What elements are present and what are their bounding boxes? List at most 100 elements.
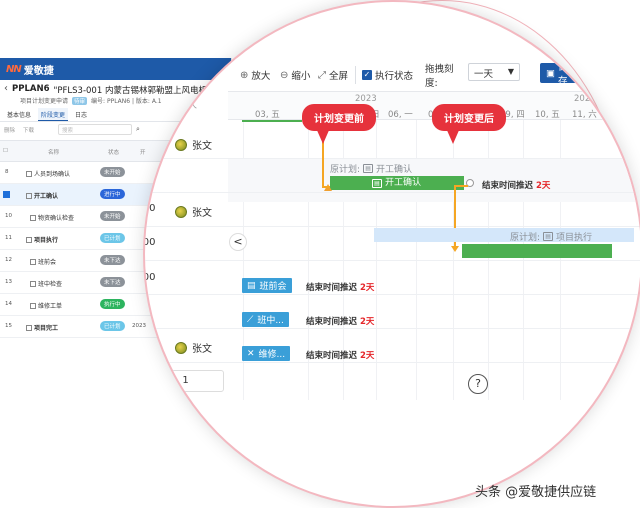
task-icon: [26, 325, 32, 331]
task-chip-label: 班中...: [257, 316, 284, 326]
drag-scale-label: 拖拽刻度:: [425, 64, 454, 89]
row-divider: [145, 226, 640, 227]
task-type-icon: ▤: [247, 280, 256, 291]
connector-after-h: [454, 185, 468, 187]
fullscreen-label: 全屏: [329, 71, 349, 82]
logo-text: 爱敬捷: [23, 66, 54, 77]
status-badge: 已计划: [100, 321, 125, 331]
magnifier-lens: ⊕ 放大 ⊖ 缩小 ⤢ 全屏 ✓ 执行状态 拖拽刻度: 一天 ▼ ▣ 保存 负责…: [145, 2, 640, 506]
time-cell: 2:00: [145, 203, 156, 214]
time-cell: 0:00: [145, 272, 156, 283]
row-number: 13: [5, 279, 12, 285]
save-button[interactable]: ▣ 保存: [540, 62, 580, 87]
chevron-down-icon: ▼: [507, 67, 514, 76]
gantt-bar-start-confirm[interactable]: ▤ 开工确认: [330, 176, 464, 190]
avatar: [175, 205, 187, 218]
app-logo: NN 爱敬捷: [6, 62, 54, 77]
toolbar-divider: [355, 66, 356, 84]
row-name: 开工确认: [26, 191, 58, 200]
timeline-day: 11, 六: [572, 110, 597, 120]
zoom-out-button[interactable]: ⊖ 缩小: [280, 68, 310, 83]
row-divider: [145, 158, 640, 159]
owner-cell: 张文: [175, 340, 212, 355]
subtitle-type: 项目计划变更申请: [20, 98, 69, 105]
timeline-month-next: 202: [574, 94, 591, 104]
header-checkbox[interactable]: ☐: [3, 148, 8, 154]
fullscreen-icon: ⤢: [318, 69, 326, 81]
owner-column-header: 负责人: [170, 101, 198, 111]
download-button[interactable]: 下载: [23, 126, 34, 134]
exec-status-toggle[interactable]: ✓ 执行状态: [362, 68, 413, 82]
save-label: 保存: [557, 62, 568, 87]
row-divider: [145, 294, 640, 295]
project-code: PPLAN6: [12, 84, 50, 94]
drag-scale-value: 一天: [474, 69, 494, 80]
back-arrow-icon[interactable]: ‹: [4, 84, 8, 96]
tab-stage-change[interactable]: 阶段变更: [38, 108, 69, 121]
tab-basic-info[interactable]: 基本信息: [4, 108, 34, 121]
status-badge: 进行中: [100, 189, 125, 199]
row-name: 维修工单: [30, 301, 62, 310]
row-name: 项目完工: [26, 323, 58, 332]
task-chip-label: 维修...: [258, 350, 286, 360]
status-badge: 未下达: [100, 277, 125, 287]
tab-log[interactable]: 日志: [72, 108, 90, 121]
help-button[interactable]: ?: [468, 374, 488, 394]
row-name-text: 物资确认检查: [38, 215, 75, 222]
plan-prefix: 原计划:: [510, 233, 541, 243]
delay-note: 结束时间推迟 2天: [306, 351, 375, 361]
status-badge: 执行中: [100, 299, 125, 309]
row-number: 12: [5, 257, 12, 263]
task-icon: [26, 237, 32, 243]
fullscreen-button[interactable]: ⤢ 全屏: [318, 68, 349, 83]
search-input[interactable]: 搜索: [58, 124, 132, 135]
delete-button[interactable]: 删除: [4, 126, 15, 134]
connector-arrow-icon: [451, 246, 459, 252]
save-icon: ▣: [546, 67, 555, 79]
zoom-in-label: 放大: [251, 71, 271, 82]
gantt-bar-project-exec[interactable]: [462, 244, 612, 258]
callout-after-tail: [446, 128, 460, 144]
zoom-in-icon: ⊕: [240, 69, 249, 81]
status-badge: 已计划: [100, 233, 125, 243]
original-plan-bar: [374, 228, 634, 242]
search-icon[interactable]: ⌕: [136, 125, 140, 134]
task-chip[interactable]: ▤ 班前会: [242, 278, 292, 293]
timeline-day: 06, 一: [388, 110, 413, 120]
row-divider: [145, 328, 640, 329]
plan-task-name: 项目执行: [556, 233, 593, 243]
original-plan-label-2: 原计划: ▤ 项目执行: [510, 230, 592, 243]
task-icon: [30, 215, 36, 221]
row-divider: [145, 192, 640, 193]
row-name-text: 班中检查: [38, 281, 63, 288]
row-name: 人员到场确认: [26, 169, 70, 178]
task-chip[interactable]: ⟋ 班中...: [242, 312, 289, 327]
row-divider: [145, 260, 640, 261]
owner-name: 张文: [192, 344, 212, 355]
today-progress-line: [242, 120, 302, 122]
row-number: 10: [5, 213, 12, 219]
row-name: 项目执行: [26, 235, 58, 244]
status-badge: 未开始: [100, 167, 125, 177]
delay-note: 结束时间推迟 2天: [306, 317, 375, 327]
delay-note-1: 结束时间推迟 2天: [482, 181, 551, 191]
task-icon: [30, 281, 36, 287]
drag-scale-select[interactable]: 一天 ▼: [468, 63, 520, 81]
zoom-in-button[interactable]: ⊕ 放大: [240, 68, 271, 83]
owner-name: 张文: [192, 208, 212, 219]
owner-cell: 张文: [175, 204, 212, 219]
task-type-icon: ⟋: [247, 314, 254, 325]
watermark: 头条 @爱敬捷供应链: [475, 485, 597, 500]
original-plan-label: 原计划: ▤ 开工确认: [330, 162, 412, 175]
row-checkbox[interactable]: [3, 191, 10, 198]
timeline-day: 10, 五: [535, 110, 560, 120]
checkbox-checked-icon[interactable]: ✓: [362, 70, 372, 80]
plan-task-name: 开工确认: [376, 165, 413, 175]
row-name: 班前会: [30, 257, 56, 266]
row-name: 班中检查: [30, 279, 62, 288]
task-type-icon: ✕: [247, 348, 255, 359]
collapse-panel-button[interactable]: <: [229, 233, 247, 251]
task-chip[interactable]: ✕ 维修...: [242, 346, 291, 361]
row-number: 8: [5, 169, 9, 175]
selected-value: 1: [182, 375, 189, 386]
